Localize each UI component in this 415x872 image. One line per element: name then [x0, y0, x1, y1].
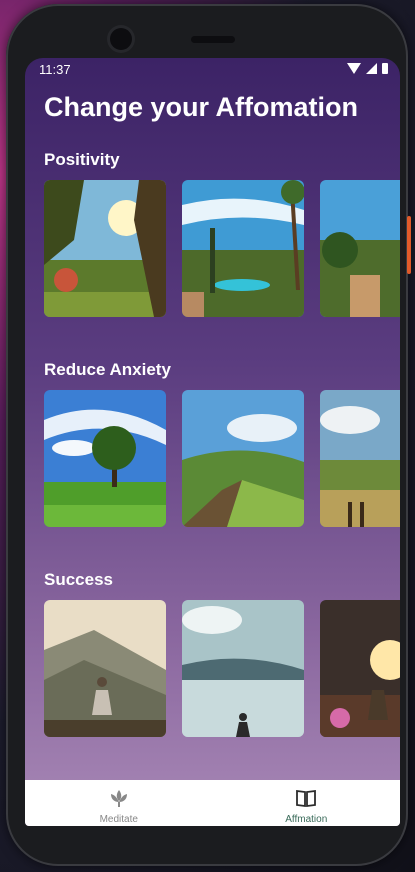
card-garden-path[interactable] — [320, 180, 400, 317]
card-sunny-garden[interactable] — [44, 180, 166, 317]
section-title-success: Success — [44, 570, 113, 589]
reduce-anxiety-row[interactable] — [44, 390, 400, 527]
speaker — [191, 36, 235, 43]
card-hills-fence[interactable] — [320, 390, 400, 527]
card-mountain-meditation[interactable] — [44, 600, 166, 737]
card-lone-tree[interactable] — [44, 390, 166, 527]
battery-icon — [382, 63, 388, 74]
bottom-navigation: Meditate Affmation — [25, 780, 400, 826]
camera — [110, 28, 132, 50]
section-title-reduce-anxiety: Reduce Anxiety — [44, 360, 171, 379]
wifi-icon — [347, 63, 361, 74]
power-button — [407, 216, 411, 274]
nav-meditate[interactable]: Meditate — [25, 780, 213, 826]
signal-icon — [366, 63, 377, 74]
card-cloud-meditation[interactable] — [182, 600, 304, 737]
page-title: Change your Affomation — [44, 92, 358, 122]
success-row[interactable] — [44, 600, 400, 737]
lotus-icon — [110, 790, 127, 807]
app-screen: 11:37 Change your Affomation Positivity — [25, 58, 400, 826]
nav-label-meditate: Meditate — [99, 814, 138, 825]
positivity-row[interactable] — [44, 180, 400, 317]
status-time: 11:37 — [39, 62, 71, 77]
nav-label-affmation: Affmation — [285, 814, 328, 825]
book-icon — [296, 789, 317, 808]
card-villa-pool[interactable] — [182, 180, 304, 317]
card-fence-path[interactable] — [182, 390, 304, 527]
card-sunset-meditation[interactable] — [320, 600, 400, 737]
phone-frame: 11:37 Change your Affomation Positivity — [6, 4, 411, 866]
status-bar: 11:37 — [25, 58, 400, 80]
nav-affmation[interactable]: Affmation — [213, 780, 401, 826]
section-title-positivity: Positivity — [44, 150, 120, 169]
